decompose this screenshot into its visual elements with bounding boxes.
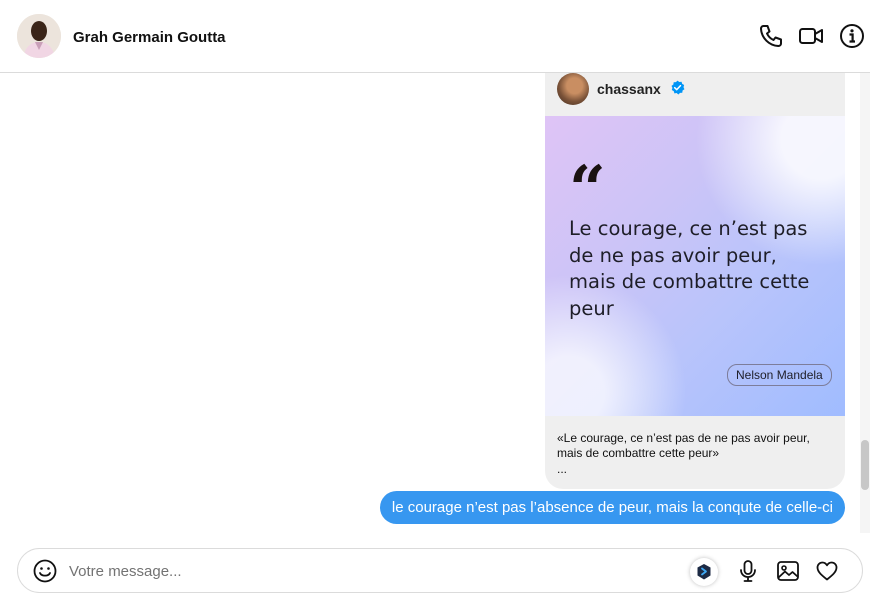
- contact-avatar[interactable]: [17, 14, 61, 58]
- author-avatar[interactable]: [557, 73, 589, 105]
- message-composer: [17, 548, 863, 593]
- quote-image[interactable]: “ Le courage, ce n’est pas de ne pas avo…: [545, 116, 845, 416]
- quote-author-label: Nelson Mandela: [727, 364, 832, 386]
- shared-post-card[interactable]: chassanx “ Le courage, ce n’est pas de n…: [545, 73, 845, 489]
- conversation-header: Grah Germain Goutta: [0, 0, 870, 73]
- extension-icon[interactable]: [690, 558, 718, 586]
- message-input[interactable]: [69, 558, 629, 584]
- microphone-icon[interactable]: [736, 559, 760, 583]
- post-caption: «Le courage, ce n’est pas de ne pas avoi…: [557, 431, 810, 460]
- quote-mark: “: [569, 152, 606, 227]
- verified-badge-icon: [670, 80, 685, 95]
- video-camera-icon[interactable]: [797, 22, 825, 50]
- quote-text: Le courage, ce n’est pas de ne pas avoir…: [569, 217, 810, 320]
- contact-name[interactable]: Grah Germain Goutta: [73, 29, 226, 46]
- heart-icon[interactable]: [815, 559, 839, 583]
- caption-more[interactable]: ...: [557, 462, 567, 476]
- emoji-icon[interactable]: [33, 559, 57, 583]
- author-name[interactable]: chassanx: [597, 81, 661, 97]
- info-icon[interactable]: [838, 22, 866, 50]
- image-icon[interactable]: [776, 559, 800, 583]
- phone-icon[interactable]: [757, 22, 785, 50]
- sent-message-bubble[interactable]: le courage n’est pas l’absence de peur, …: [379, 491, 845, 524]
- shared-post-author[interactable]: chassanx: [557, 73, 837, 116]
- thread-scrollbar-thumb[interactable]: [861, 440, 869, 490]
